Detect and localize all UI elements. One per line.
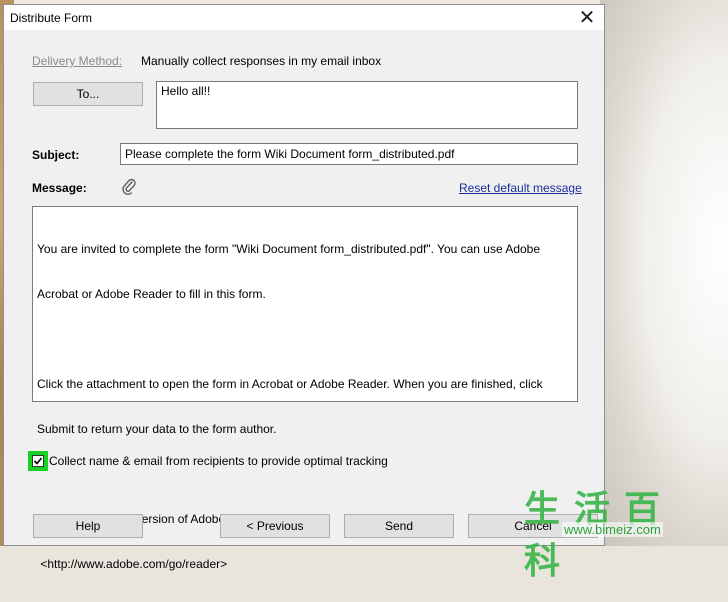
title-bar: Distribute Form ✕	[4, 5, 604, 30]
message-line: Submit to return your data to the form a…	[37, 422, 277, 436]
message-line: <http://www.adobe.com/go/reader>	[37, 557, 228, 571]
help-button[interactable]: Help	[33, 514, 143, 538]
send-button[interactable]: Send	[344, 514, 454, 538]
tracking-checkbox-label[interactable]: Collect name & email from recipients to …	[49, 454, 388, 468]
paperclip-icon[interactable]	[121, 177, 137, 195]
to-field[interactable]: Hello all!!	[156, 81, 578, 129]
message-line	[37, 332, 573, 347]
to-button[interactable]: To...	[33, 82, 143, 106]
dialog-title: Distribute Form	[10, 11, 93, 25]
subject-label: Subject:	[32, 148, 80, 162]
close-icon[interactable]: ✕	[574, 7, 600, 29]
message-label: Message:	[32, 181, 87, 195]
previous-button[interactable]: < Previous	[220, 514, 330, 538]
delivery-method-label: Delivery Method:	[32, 54, 123, 68]
tracking-checkbox[interactable]	[32, 455, 44, 467]
cancel-button[interactable]: Cancel	[468, 514, 598, 538]
message-line	[37, 467, 573, 482]
reset-default-message-link[interactable]: Reset default message	[459, 181, 582, 195]
delivery-method-value: Manually collect responses in my email i…	[141, 54, 382, 68]
message-field[interactable]: You are invited to complete the form "Wi…	[32, 206, 578, 571]
background-plate	[600, 0, 728, 546]
tracking-checkbox-highlight	[28, 451, 48, 471]
checkmark-icon	[33, 457, 43, 465]
subject-field[interactable]: Please complete the form Wiki Document f…	[120, 143, 578, 165]
message-line: You are invited to complete the form "Wi…	[37, 242, 541, 256]
message-line: Acrobat or Adobe Reader to fill in this …	[37, 287, 266, 301]
distribute-form-dialog: Distribute Form ✕ Delivery Method: Manua…	[3, 4, 605, 571]
message-line: Click the attachment to open the form in…	[37, 377, 543, 391]
